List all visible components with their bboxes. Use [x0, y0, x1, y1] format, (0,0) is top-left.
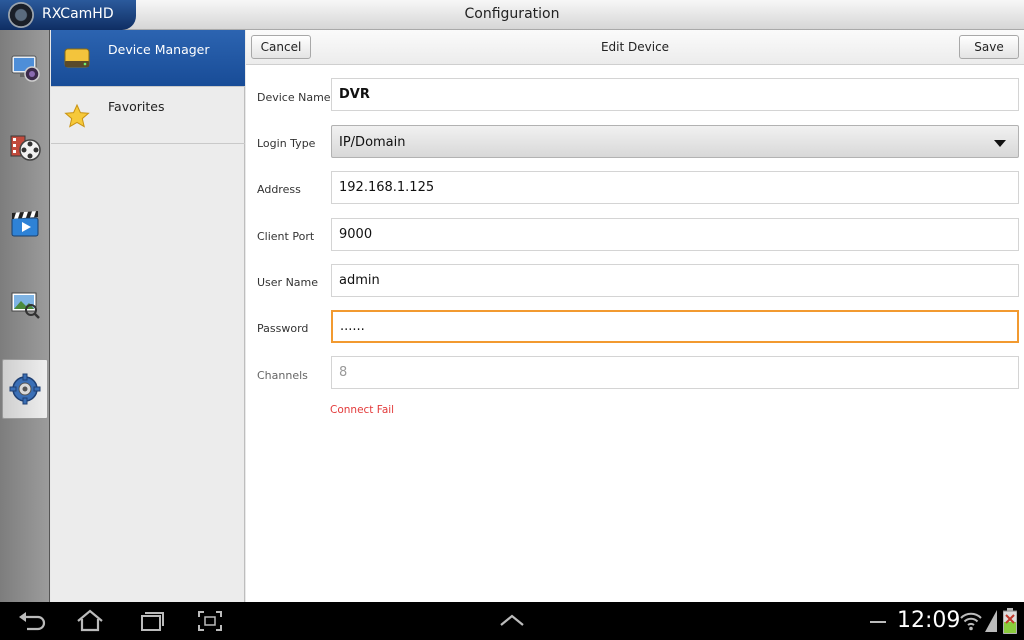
rail-item-video[interactable] — [2, 194, 48, 254]
password-field[interactable] — [331, 310, 1019, 343]
page-title: Configuration — [464, 6, 560, 22]
rail-item-images[interactable] — [2, 274, 48, 334]
sidebar-rail — [0, 30, 50, 602]
user-name-field[interactable] — [331, 264, 1019, 297]
rail-item-live-view[interactable] — [2, 38, 48, 98]
minimize-icon[interactable] — [870, 620, 886, 624]
playback-icon — [10, 135, 41, 161]
form-title: Edit Device — [600, 40, 670, 54]
channels-label: Channels — [257, 369, 308, 382]
form-header: Cancel Edit Device Save — [246, 30, 1024, 65]
wifi-icon — [960, 612, 982, 631]
address-field[interactable] — [331, 171, 1019, 204]
system-nav-bar: 12:09 — [0, 602, 1024, 640]
user-name-label: User Name — [257, 276, 319, 289]
login-type-label: Login Type — [257, 137, 316, 150]
menu-item-label: Favorites — [108, 99, 165, 114]
title-bar: RXCamHD Configuration — [0, 0, 1024, 30]
client-port-label: Client Port — [257, 230, 315, 243]
edit-device-form: Cancel Edit Device Save Device Name Logi… — [246, 30, 1024, 602]
live-view-icon — [11, 55, 40, 82]
settings-menu: Device Manager Favorites — [51, 30, 245, 602]
client-port-field[interactable] — [331, 218, 1019, 251]
chevron-up-icon[interactable] — [497, 608, 527, 634]
menu-item-favorites[interactable]: Favorites — [51, 87, 245, 144]
channels-field — [331, 356, 1019, 389]
star-icon — [64, 103, 90, 128]
rail-item-playback[interactable] — [2, 116, 48, 176]
signal-icon — [985, 610, 997, 632]
login-type-select[interactable]: IP/Domain — [331, 125, 1019, 158]
rail-item-settings[interactable] — [2, 359, 48, 419]
screenshot-icon[interactable] — [195, 608, 225, 634]
settings-gear-icon — [9, 373, 41, 405]
login-type-value: IP/Domain — [339, 135, 406, 150]
home-icon[interactable] — [75, 608, 105, 634]
status-clock: 12:09 — [897, 608, 961, 633]
video-clip-icon — [11, 211, 39, 237]
back-icon[interactable] — [17, 608, 47, 634]
device-name-label: Device Name — [257, 91, 331, 104]
device-manager-icon — [64, 48, 90, 68]
device-name-field[interactable] — [331, 78, 1019, 111]
menu-item-device-manager[interactable]: Device Manager — [51, 30, 245, 87]
recent-apps-icon[interactable] — [136, 608, 166, 634]
address-label: Address — [257, 183, 301, 196]
connect-status: Connect Fail — [330, 404, 395, 416]
dropdown-arrow-icon — [994, 140, 1006, 147]
battery-icon — [1003, 608, 1017, 634]
password-label: Password — [257, 322, 309, 335]
menu-item-label: Device Manager — [108, 42, 210, 57]
image-viewer-icon — [11, 292, 40, 319]
save-button[interactable]: Save — [959, 35, 1019, 59]
